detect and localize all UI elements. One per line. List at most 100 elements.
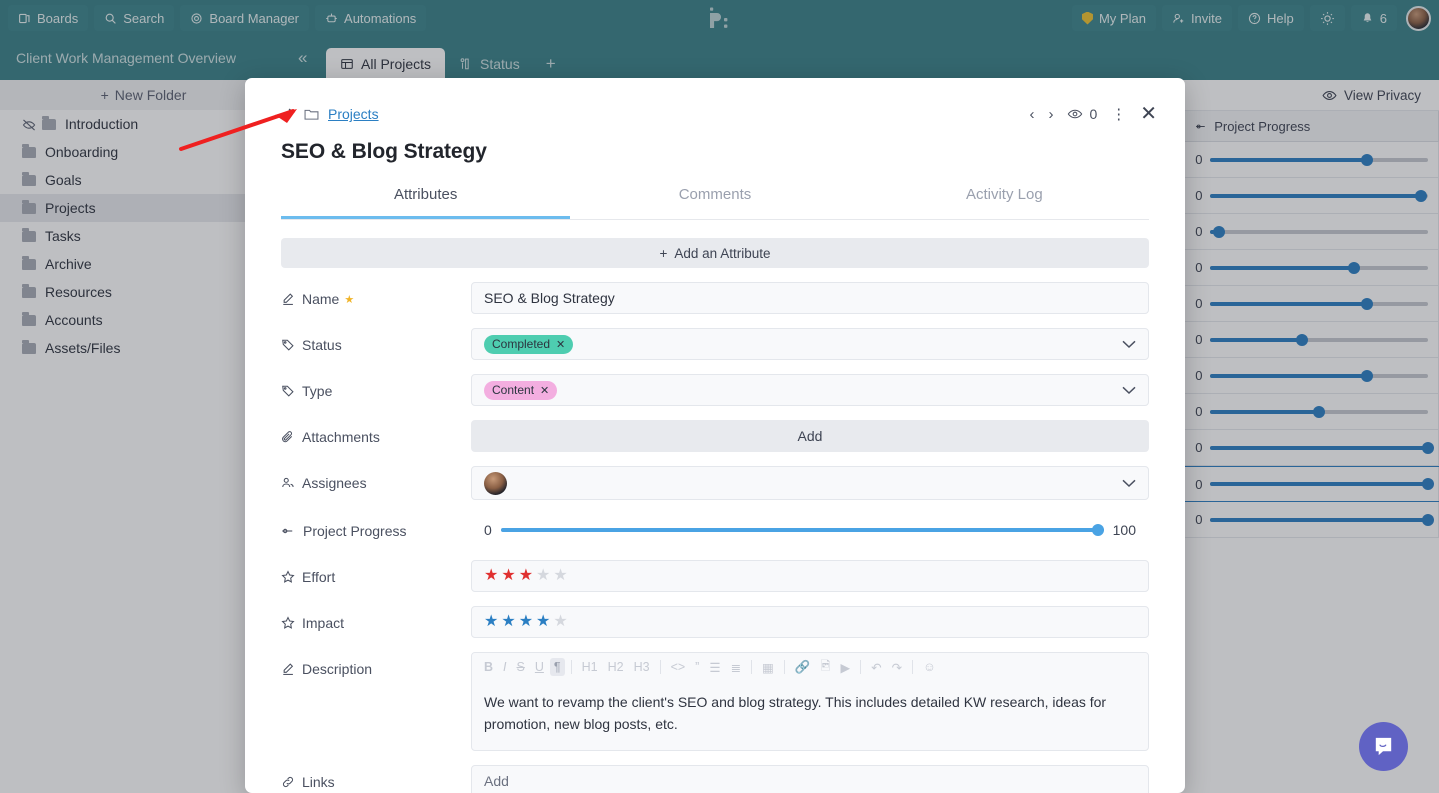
status-chip[interactable]: Completed ✕	[484, 334, 574, 354]
attribute-field-attachments: Add	[471, 420, 1149, 452]
modal-header: Projects SEO & Blog Strategy ‹ › 0 ⋮ ✕	[245, 78, 1185, 164]
prev-record-button[interactable]: ‹	[1029, 106, 1034, 123]
editor-table-button[interactable]: ▦	[758, 658, 778, 677]
star-icon[interactable]: ★	[501, 614, 515, 630]
progress-knob[interactable]	[1091, 524, 1104, 536]
impact-stars[interactable]: ★ ★ ★ ★ ★	[484, 614, 568, 630]
attribute-attachments-text: Attachments	[302, 429, 380, 445]
pencil-icon	[283, 663, 294, 675]
star-icon[interactable]: ★	[553, 614, 567, 630]
chevron-down-icon[interactable]	[1122, 382, 1136, 398]
tab-attributes[interactable]: Attributes	[281, 186, 571, 219]
required-star-icon: ★	[344, 293, 355, 306]
impact-rating[interactable]: ★ ★ ★ ★ ★	[471, 606, 1149, 638]
editor-h3-button[interactable]: H3	[630, 658, 654, 676]
type-chip-label: Content	[492, 383, 535, 397]
record-detail-modal: Projects SEO & Blog Strategy ‹ › 0 ⋮ ✕ A…	[245, 78, 1185, 793]
editor-h1-button[interactable]: H1	[578, 658, 602, 676]
remove-chip-icon[interactable]: ✕	[556, 338, 565, 351]
assignees-select[interactable]	[471, 466, 1149, 500]
effort-stars[interactable]: ★ ★ ★ ★ ★	[484, 568, 568, 584]
editor-h2-button[interactable]: H2	[604, 658, 628, 676]
link-icon	[282, 776, 294, 787]
attribute-label-description: Description	[281, 652, 471, 677]
attribute-field-links: Add	[471, 764, 1149, 793]
editor-toolbar: B I S U ¶ H1 H2 H3 <>” ☰ ≣ ▦ 🔗 🖻 ▶ ↶ ↷ ☺	[472, 653, 1148, 681]
progress-min-label: 0	[484, 522, 492, 538]
modal-toolbar: ‹ › 0 ⋮ ✕	[1029, 104, 1157, 124]
editor-numbered-list-button[interactable]: ≣	[727, 658, 745, 677]
attribute-effort-text: Effort	[302, 569, 336, 585]
editor-link-button[interactable]: 🔗	[791, 658, 815, 677]
effort-rating[interactable]: ★ ★ ★ ★ ★	[471, 560, 1149, 592]
attribute-label-type: Type	[281, 374, 471, 399]
add-attribute-button[interactable]: + Add an Attribute	[281, 238, 1149, 268]
watchers-indicator[interactable]: 0	[1067, 106, 1097, 122]
editor-s-button[interactable]: S	[513, 658, 529, 676]
tag-icon	[282, 339, 294, 351]
attribute-field-assignees	[471, 466, 1149, 500]
attribute-links-text: Links	[302, 773, 335, 790]
editor-image-button[interactable]: 🖻	[816, 655, 834, 680]
attribute-impact-text: Impact	[302, 615, 345, 631]
attribute-row-assignees: Assignees	[281, 466, 1149, 500]
toolbar-separator	[659, 660, 661, 674]
editor-bullet-list-button[interactable]: ☰	[705, 658, 724, 677]
editor-undo-button[interactable]: ↶	[867, 658, 885, 677]
editor-fmt-button[interactable]: <>	[667, 658, 690, 676]
editor-i-button[interactable]: I	[499, 658, 510, 676]
attribute-type-text: Type	[302, 383, 333, 399]
attribute-field-impact: ★ ★ ★ ★ ★	[471, 606, 1149, 638]
app-root: Boards Search Board Manager Automations …	[0, 0, 1439, 793]
attribute-label-name: Name ★	[281, 282, 471, 307]
next-record-button[interactable]: ›	[1048, 106, 1053, 123]
attribute-field-status: Completed ✕	[471, 328, 1149, 360]
chevron-down-icon[interactable]	[1122, 475, 1136, 491]
star-icon[interactable]: ★	[536, 568, 550, 584]
tab-activity-log[interactable]: Activity Log	[860, 186, 1149, 219]
star-icon[interactable]: ★	[519, 568, 533, 584]
links-add-button[interactable]: Add	[471, 764, 1149, 793]
attribute-description-text: Description	[302, 661, 373, 677]
attribute-label-links: Links	[281, 765, 471, 790]
description-editor: B I S U ¶ H1 H2 H3 <>” ☰ ≣ ▦ 🔗 🖻 ▶ ↶ ↷ ☺ We want to revam…	[471, 652, 1149, 751]
progress-track[interactable]	[500, 524, 1104, 536]
star-icon[interactable]: ★	[519, 614, 533, 630]
editor-u-button[interactable]: U	[531, 658, 548, 676]
attribute-label-effort: Effort	[281, 560, 471, 585]
remove-chip-icon[interactable]: ✕	[540, 384, 549, 397]
attribute-label-assignees: Assignees	[281, 466, 471, 491]
editor-redo-button[interactable]: ↷	[888, 658, 906, 677]
editor-fmt-button[interactable]: ¶	[549, 658, 565, 676]
more-options-button[interactable]: ⋮	[1111, 105, 1126, 123]
name-input[interactable]: SEO & Blog Strategy	[471, 282, 1149, 314]
type-select[interactable]: Content ✕	[471, 374, 1149, 406]
chevron-down-icon[interactable]	[1122, 336, 1136, 352]
editor-b-button[interactable]: B	[480, 658, 497, 676]
attribute-row-description: Description B I S U ¶ H1 H2 H3 <>” ☰ ≣ ▦ 🔗 🖻 ▶ ↶ ↷ ☺ We w…	[281, 652, 1149, 751]
progress-slider[interactable]: 0 100	[484, 522, 1136, 538]
status-chip-label: Completed	[492, 337, 551, 351]
attribute-row-links: Links Add	[281, 764, 1149, 793]
folder-icon	[304, 109, 319, 120]
editor-video-button[interactable]: ▶	[837, 658, 855, 677]
assignee-avatar[interactable]	[484, 471, 507, 495]
pencil-icon	[283, 293, 294, 305]
close-icon[interactable]: ✕	[1140, 104, 1157, 124]
description-text[interactable]: We want to revamp the client's SEO and b…	[472, 681, 1148, 750]
chat-support-button[interactable]	[1359, 722, 1408, 771]
type-chip[interactable]: Content ✕	[484, 380, 558, 400]
breadcrumb-projects-link[interactable]: Projects	[328, 106, 379, 122]
star-icon[interactable]: ★	[553, 568, 567, 584]
editor-emoji-button[interactable]: ☺	[919, 658, 940, 676]
editor-fmt-button[interactable]: ”	[691, 658, 703, 676]
status-select[interactable]: Completed ✕	[471, 328, 1149, 360]
star-icon[interactable]: ★	[484, 614, 498, 630]
star-icon[interactable]: ★	[484, 568, 498, 584]
tag-icon	[282, 385, 294, 397]
star-icon[interactable]: ★	[501, 568, 515, 584]
star-icon[interactable]: ★	[536, 614, 550, 630]
attribute-status-text: Status	[302, 337, 342, 353]
tab-comments[interactable]: Comments	[570, 186, 859, 219]
attachments-add-button[interactable]: Add	[471, 420, 1149, 452]
